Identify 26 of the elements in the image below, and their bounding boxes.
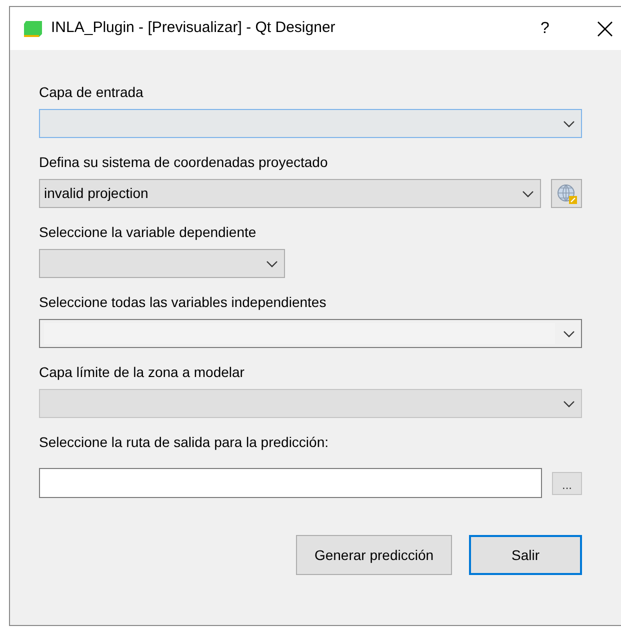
- field-label: Capa límite de la zona a modelar: [39, 364, 246, 381]
- dropdown[interactable]: [39, 249, 285, 278]
- help-button[interactable]: ?: [530, 16, 560, 40]
- output-path-field[interactable]: [39, 468, 542, 498]
- close-icon: [597, 20, 613, 36]
- dropdown-value: invalid projection: [44, 184, 148, 203]
- dialog-button[interactable]: Generar predicción: [296, 535, 452, 575]
- chevron-down-icon: [563, 400, 575, 408]
- dropdown[interactable]: invalid projection: [39, 179, 541, 208]
- dropdown[interactable]: [39, 109, 582, 138]
- window-title: INLA_Plugin - [Previsualizar] - Qt Designer: [51, 18, 336, 38]
- dropdown[interactable]: [39, 319, 582, 348]
- chevron-down-icon: [563, 120, 575, 128]
- field-label: Seleccione la variable dependiente: [39, 224, 258, 241]
- qt-logo-icon: [23, 20, 43, 38]
- browse-button[interactable]: ...: [552, 472, 582, 494]
- chevron-down-icon: [522, 190, 534, 198]
- field-label: Seleccione la ruta de salida para la predicción:: [39, 434, 330, 451]
- field-label: Capa de entrada: [39, 84, 144, 101]
- globe-icon: [556, 182, 578, 204]
- dialog-button[interactable]: Salir: [469, 535, 582, 575]
- chevron-down-icon: [266, 260, 278, 268]
- chevron-down-icon: [563, 330, 575, 338]
- field-label: Seleccione todas las variables independientes: [39, 294, 328, 311]
- projection-button[interactable]: [551, 179, 582, 208]
- field-label: Defina su sistema de coordenadas proyectado: [39, 154, 329, 171]
